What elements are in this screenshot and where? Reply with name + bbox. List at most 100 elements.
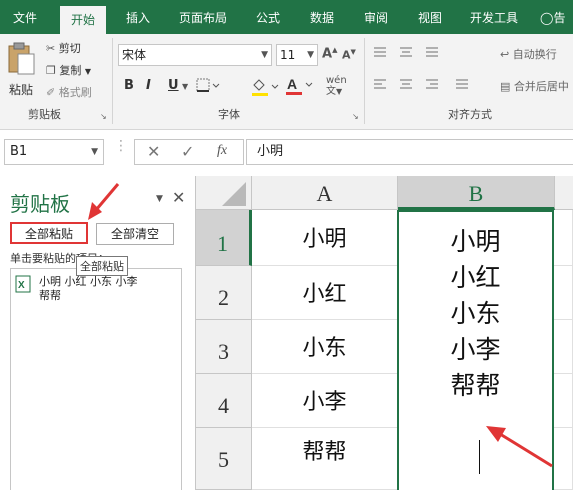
tab-developer[interactable]: 开发工具 bbox=[462, 0, 526, 34]
alignment-icon[interactable] bbox=[372, 44, 492, 104]
pane-options-icon[interactable]: ▼ bbox=[156, 194, 163, 204]
clipboard-item-list: X 小明 小红 小东 小李 帮帮 bbox=[10, 268, 182, 490]
tab-formulas[interactable]: 公式 bbox=[246, 0, 290, 34]
row-header-1[interactable]: 1 bbox=[196, 210, 252, 266]
bold-button[interactable]: B bbox=[124, 78, 134, 93]
cancel-icon[interactable]: ✕ bbox=[147, 142, 160, 161]
increase-font-icon[interactable]: A▲ bbox=[322, 46, 337, 61]
paint-bucket-icon bbox=[252, 79, 279, 96]
clipboard-item[interactable]: X 小明 小红 小东 小李 帮帮 bbox=[13, 273, 181, 307]
more-icon: ⋮ bbox=[114, 138, 128, 154]
tab-view[interactable]: 视图 bbox=[408, 0, 452, 34]
underline-dropdown-icon[interactable]: ▼ bbox=[182, 82, 188, 91]
insert-function-button[interactable]: fx bbox=[217, 143, 227, 159]
cell-c2[interactable] bbox=[554, 266, 573, 320]
italic-button[interactable]: I bbox=[146, 78, 151, 93]
cell-a4[interactable]: 小李 bbox=[252, 374, 398, 428]
row-header-2[interactable]: 2 bbox=[196, 266, 252, 320]
cell-b1-line: 小红 bbox=[450, 263, 501, 292]
cell-a1[interactable]: 小明 bbox=[252, 210, 398, 266]
clipboard-pane-title: 剪贴板 bbox=[10, 192, 70, 216]
tab-insert[interactable]: 插入 bbox=[116, 0, 160, 34]
tab-tell-me[interactable]: ◯告 bbox=[540, 0, 573, 34]
worksheet-grid: A B 1 2 3 4 5 小明 小红 小东 小李 帮帮 小明 小红 小东 小李… bbox=[196, 176, 573, 490]
scissors-icon: ✂ bbox=[46, 42, 56, 55]
copy-icon: ❐ bbox=[46, 64, 56, 77]
ribbon: 粘贴 ✂ 剪切 ❐ 复制 ▼ ✐ 格式刷 剪贴板 ↘ 宋体 ▼ 11 ▼ A▲ A▼… bbox=[0, 34, 573, 130]
cell-b1-line: 帮帮 bbox=[450, 371, 501, 400]
paste-button[interactable]: 粘贴 bbox=[6, 40, 36, 98]
wrap-text-button[interactable]: ↩ 自动换行 bbox=[500, 46, 557, 62]
enter-icon[interactable]: ✓ bbox=[181, 142, 194, 161]
font-size-select[interactable]: 11 ▼ bbox=[276, 44, 318, 66]
cell-b1-line: 小明 bbox=[450, 227, 501, 256]
borders-button[interactable] bbox=[196, 77, 222, 95]
row-header-4[interactable]: 4 bbox=[196, 374, 252, 428]
tab-page-layout[interactable]: 页面布局 bbox=[170, 0, 236, 34]
cell-b1-editing[interactable]: 小明 小红 小东 小李 帮帮 bbox=[397, 210, 554, 490]
formula-bar: B1 ▼ ⋮ ✕ ✓ fx 小明 bbox=[0, 130, 573, 176]
alignment-buttons bbox=[372, 44, 492, 104]
font-color-button[interactable]: A bbox=[284, 75, 314, 97]
border-icon bbox=[196, 78, 220, 92]
cell-b1-line: 小李 bbox=[450, 335, 501, 364]
text-cursor bbox=[479, 440, 480, 474]
tab-home[interactable]: 开始 bbox=[60, 6, 106, 34]
decrease-font-icon[interactable]: A▼ bbox=[342, 48, 356, 62]
merge-center-button[interactable]: ▤ 合并后居中 bbox=[500, 78, 569, 94]
alignment-group-label: 对齐方式 bbox=[448, 108, 492, 121]
select-all-icon bbox=[222, 182, 246, 206]
paste-all-button[interactable]: 全部粘贴 bbox=[10, 222, 88, 244]
chevron-down-icon: ▼ bbox=[91, 147, 98, 157]
paste-label: 粘贴 bbox=[8, 83, 33, 97]
lightbulb-icon: ◯ bbox=[540, 11, 554, 25]
cell-a2[interactable]: 小红 bbox=[252, 266, 398, 320]
ribbon-tab-bar: 文件 开始 插入 页面布局 公式 数据 审阅 视图 开发工具 ◯告 bbox=[0, 0, 573, 34]
cell-a3[interactable]: 小东 bbox=[252, 320, 398, 374]
format-painter-button[interactable]: ✐ 格式刷 bbox=[46, 84, 92, 100]
cell-c4[interactable] bbox=[554, 374, 573, 428]
merge-icon: ▤ bbox=[500, 80, 511, 93]
close-icon[interactable]: ✕ bbox=[172, 188, 185, 207]
row-header-3[interactable]: 3 bbox=[196, 320, 252, 374]
cell-c3[interactable] bbox=[554, 320, 573, 374]
clipboard-item-line: 帮帮 bbox=[39, 289, 61, 302]
clipboard-item-line: 小明 小红 小东 小李 bbox=[39, 275, 138, 288]
copy-button[interactable]: ❐ 复制 ▼ bbox=[46, 62, 91, 78]
name-box[interactable]: B1 ▼ bbox=[4, 139, 104, 165]
row-header-5[interactable]: 5 bbox=[196, 428, 252, 490]
brush-icon: ✐ bbox=[46, 86, 56, 99]
paste-icon bbox=[8, 42, 35, 75]
underline-button[interactable]: U bbox=[168, 78, 179, 93]
column-header-b[interactable]: B bbox=[398, 176, 555, 210]
tooltip: 全部粘贴 bbox=[76, 256, 128, 276]
cell-b1-line: 小东 bbox=[450, 299, 501, 328]
formula-input[interactable]: 小明 bbox=[246, 139, 573, 165]
clipboard-launcher-icon[interactable]: ↘ bbox=[100, 112, 107, 121]
svg-text:A: A bbox=[287, 76, 297, 92]
font-launcher-icon[interactable]: ↘ bbox=[352, 112, 359, 121]
clear-all-button[interactable]: 全部清空 bbox=[96, 223, 174, 245]
cut-button[interactable]: ✂ 剪切 bbox=[46, 40, 81, 56]
svg-text:X: X bbox=[18, 280, 25, 291]
group-divider bbox=[112, 38, 113, 124]
column-header-a[interactable]: A bbox=[252, 176, 398, 210]
formula-buttons: ✕ ✓ fx bbox=[134, 139, 244, 165]
cell-c5[interactable] bbox=[554, 428, 573, 490]
excel-item-icon: X bbox=[15, 275, 31, 293]
tab-file[interactable]: 文件 bbox=[0, 0, 50, 34]
font-name-select[interactable]: 宋体 ▼ bbox=[118, 44, 272, 66]
clipboard-pane: 剪贴板 ▼ ✕ 全部粘贴 全部清空 单击要粘贴的项目： X 小明 小红 小东 小… bbox=[0, 176, 196, 490]
tab-data[interactable]: 数据 bbox=[300, 0, 344, 34]
tab-review[interactable]: 审阅 bbox=[354, 0, 398, 34]
clipboard-group-label: 剪贴板 bbox=[28, 108, 61, 121]
font-group-label: 字体 bbox=[218, 108, 240, 121]
group-divider bbox=[364, 38, 365, 124]
wrap-text-icon: ↩ bbox=[500, 48, 510, 61]
cell-c1[interactable] bbox=[554, 210, 573, 266]
select-all-button[interactable] bbox=[196, 176, 252, 210]
cell-a5[interactable]: 帮帮 bbox=[252, 428, 398, 490]
fill-color-button[interactable] bbox=[250, 77, 280, 97]
font-color-icon: A bbox=[286, 76, 313, 95]
phonetic-guide-icon[interactable]: wén 文▼ bbox=[326, 75, 347, 97]
